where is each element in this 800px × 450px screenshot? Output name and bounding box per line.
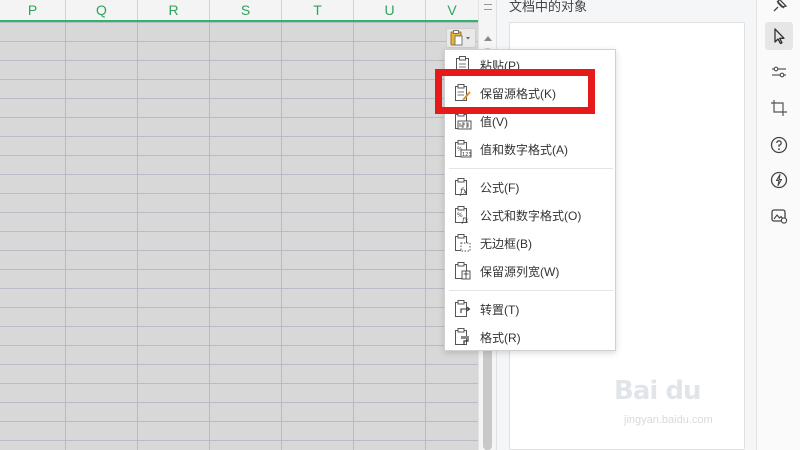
values-number-format-icon: % 123 — [453, 139, 473, 159]
row-gridline — [0, 269, 478, 270]
pane-title: 文档中的对象 — [509, 0, 588, 14]
row-gridline — [0, 212, 478, 213]
menu-item-keep-column-width[interactable]: 保留源列宽(W) — [445, 257, 615, 285]
menu-item-formulas-number-format[interactable]: % fx 公式和数字格式(O) — [445, 201, 615, 229]
row-gridline — [0, 402, 478, 403]
svg-text:fx: fx — [459, 187, 468, 196]
row-gridline — [0, 421, 478, 422]
column-gridline — [65, 22, 66, 450]
menu-item-label: 公式和数字格式(O) — [480, 208, 582, 223]
lightning-button[interactable] — [765, 166, 793, 194]
row-gridline — [0, 136, 478, 137]
row-gridline — [0, 440, 478, 441]
formulas-icon: fx — [453, 177, 473, 197]
scroll-up-arrow-icon[interactable] — [484, 36, 492, 41]
row-gridline — [0, 288, 478, 289]
paste-options-button[interactable] — [446, 28, 476, 48]
select-pointer-icon — [774, 28, 785, 45]
keep-column-width-icon — [453, 261, 473, 281]
svg-text:fx: fx — [461, 217, 469, 225]
formatting-icon — [453, 327, 473, 347]
row-gridline — [0, 307, 478, 308]
row-gridline — [0, 117, 478, 118]
menu-item-label: 值和数字格式(A) — [480, 142, 568, 157]
watermark: Bai du jingyan.baidu.com — [614, 376, 754, 436]
pin-button[interactable] — [765, 0, 793, 20]
menu-item-label: 无边框(B) — [480, 236, 532, 251]
menu-item-label: 转置(T) — [480, 302, 520, 317]
column-gridline — [353, 22, 354, 450]
adjust-icon — [772, 66, 786, 78]
paste-values-icon — [453, 111, 473, 131]
row-gridline — [0, 60, 478, 61]
column-gridline — [281, 22, 282, 450]
row-gridline — [0, 98, 478, 99]
pin-icon — [773, 0, 788, 12]
watermark-logo: Bai du — [614, 376, 701, 406]
crop-icon — [771, 100, 787, 116]
column-header-s[interactable]: S — [210, 0, 282, 20]
row-gridline — [0, 79, 478, 80]
menu-item-no-borders[interactable]: 无边框(B) — [445, 229, 615, 257]
row-gridline — [0, 22, 478, 23]
row-gridline — [0, 155, 478, 156]
column-header-p[interactable]: P — [0, 0, 66, 20]
column-gridline — [209, 22, 210, 450]
image-settings-button[interactable] — [765, 202, 793, 230]
menu-item-formulas[interactable]: fx 公式(F) — [445, 173, 615, 201]
menu-item-label: 格式(R) — [480, 330, 521, 345]
menu-item-formatting[interactable]: 格式(R) — [445, 323, 615, 351]
menu-item-transpose[interactable]: 转置(T) — [445, 295, 615, 323]
column-header-r[interactable]: R — [138, 0, 210, 20]
row-gridline — [0, 326, 478, 327]
column-header-v[interactable]: V — [426, 0, 478, 20]
help-button[interactable] — [765, 131, 793, 159]
scrollbar-grip[interactable] — [484, 4, 492, 10]
menu-item-label: 值(V) — [480, 114, 508, 129]
column-header-t[interactable]: T — [282, 0, 354, 20]
lightning-icon — [770, 171, 788, 189]
svg-text:123: 123 — [462, 152, 472, 158]
select-pointer-button[interactable] — [765, 22, 793, 50]
spreadsheet-grid[interactable]: P Q R S T U V — [0, 0, 478, 450]
clipboard-icon — [450, 30, 470, 46]
row-gridline — [0, 193, 478, 194]
row-gridline — [0, 174, 478, 175]
row-gridline — [0, 364, 478, 365]
column-header-u[interactable]: U — [354, 0, 426, 20]
column-header-row: P Q R S T U V — [0, 0, 478, 22]
watermark-url: jingyan.baidu.com — [624, 414, 713, 426]
row-gridline — [0, 231, 478, 232]
menu-separator — [449, 168, 613, 169]
formulas-number-format-icon: % fx — [453, 205, 473, 225]
right-sidebar-toolbar — [756, 0, 800, 450]
highlight-box — [435, 69, 595, 114]
column-gridline — [137, 22, 138, 450]
cell-grid[interactable] — [0, 22, 478, 450]
column-gridline — [425, 22, 426, 450]
row-gridline — [0, 41, 478, 42]
transpose-icon — [453, 299, 473, 319]
column-header-q[interactable]: Q — [66, 0, 138, 20]
adjust-button[interactable] — [765, 58, 793, 86]
no-borders-icon — [453, 233, 473, 253]
image-settings-icon — [771, 209, 788, 224]
row-gridline — [0, 383, 478, 384]
row-gridline — [0, 345, 478, 346]
crop-button[interactable] — [765, 94, 793, 122]
row-gridline — [0, 250, 478, 251]
help-icon — [770, 136, 788, 154]
menu-item-values-number-format[interactable]: % 123 值和数字格式(A) — [445, 135, 615, 163]
menu-item-label: 保留源列宽(W) — [480, 264, 560, 279]
menu-separator — [449, 290, 613, 291]
menu-item-label: 公式(F) — [480, 180, 520, 195]
